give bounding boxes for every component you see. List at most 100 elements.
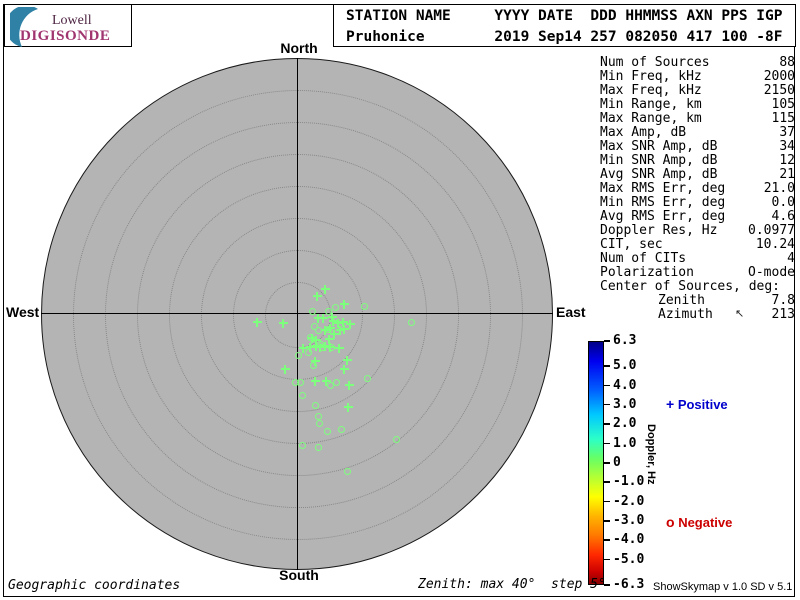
source-marker-negative bbox=[361, 303, 368, 310]
colorbar-tick bbox=[604, 340, 610, 342]
colorbar-tick-label: -2.0 bbox=[613, 494, 644, 510]
colorbar-tick-label: 3.0 bbox=[613, 397, 636, 413]
source-marker-negative bbox=[408, 319, 415, 326]
stats-label: Max Freq, kHz bbox=[600, 84, 702, 98]
stats-row: Min SNR Amp, dB12 bbox=[600, 154, 795, 168]
compass-label-west: West bbox=[6, 304, 39, 320]
stats-value: 34 bbox=[779, 140, 795, 154]
source-marker-negative bbox=[325, 326, 332, 333]
source-marker-negative bbox=[393, 436, 400, 443]
stats-row: Max Freq, kHz2150 bbox=[600, 84, 795, 98]
stats-value: 21 bbox=[779, 168, 795, 182]
source-marker-positive bbox=[344, 403, 353, 412]
source-marker-negative bbox=[325, 308, 332, 315]
source-marker-negative bbox=[309, 308, 316, 315]
source-marker-negative bbox=[344, 468, 351, 475]
legend-positive: + Positive bbox=[666, 396, 728, 412]
source-marker-negative bbox=[319, 344, 326, 351]
lowell-digisonde-logo: Lowell DIGISONDE bbox=[4, 4, 132, 47]
coordinates-mode-label: Geographic coordinates bbox=[8, 578, 180, 593]
colorbar-tick-label: 2.0 bbox=[613, 416, 636, 432]
stats-row: Min Freq, kHz2000 bbox=[600, 70, 795, 84]
colorbar-tick bbox=[604, 385, 610, 387]
colorbar-tick-label: -1.0 bbox=[613, 474, 644, 490]
colorbar-tick bbox=[604, 539, 610, 541]
source-marker-negative bbox=[332, 304, 339, 311]
colorbar-tick bbox=[604, 423, 610, 425]
compass-label-east: East bbox=[556, 304, 586, 320]
stats-label: CIT, sec bbox=[600, 238, 663, 252]
stats-row: PolarizationO-mode bbox=[600, 266, 795, 280]
stats-value: 115 bbox=[772, 112, 795, 126]
source-marker-positive bbox=[279, 319, 288, 328]
source-marker-negative bbox=[316, 420, 323, 427]
doppler-colorbar bbox=[588, 341, 604, 585]
stats-row: CIT, sec10.24 bbox=[600, 238, 795, 252]
logo-text-digisonde: DIGISONDE bbox=[20, 28, 110, 45]
logo-text-lowell: Lowell bbox=[52, 13, 92, 29]
stats-label: Avg RMS Err, deg bbox=[600, 210, 725, 224]
colorbar-tick-label: 4.0 bbox=[613, 378, 636, 394]
stats-label: Center of Sources, deg: bbox=[600, 280, 780, 294]
source-marker-positive bbox=[345, 381, 354, 390]
zenith-range-label: Zenith: max 40° step 5° bbox=[418, 577, 606, 592]
stats-row: Min RMS Err, deg0.0 bbox=[600, 196, 795, 210]
source-marker-positive bbox=[340, 325, 349, 334]
colorbar-tick bbox=[604, 443, 610, 445]
source-marker-negative bbox=[310, 341, 317, 348]
colorbar-title: Doppler, Hz bbox=[645, 424, 657, 485]
stats-row: Zenith7.8 bbox=[600, 294, 795, 308]
source-marker-positive bbox=[253, 318, 262, 327]
source-marker-negative bbox=[295, 352, 302, 359]
stats-label: Azimuth bbox=[658, 308, 713, 322]
colorbar-tick bbox=[604, 365, 610, 367]
stats-row: Min Range, km105 bbox=[600, 98, 795, 112]
colorbar-tick-label: -6.3 bbox=[613, 577, 644, 593]
plus-marker-icon: + bbox=[666, 396, 674, 412]
source-marker-negative bbox=[305, 349, 312, 356]
source-marker-positive bbox=[311, 377, 320, 386]
source-marker-positive bbox=[313, 292, 322, 301]
source-marker-negative bbox=[315, 327, 322, 334]
header-column-titles: STATION NAME YYYY DATE DDD HHMMSS AXN PP… bbox=[346, 7, 795, 26]
source-marker-negative bbox=[328, 344, 335, 351]
source-marker-negative bbox=[338, 426, 345, 433]
colorbar-tick-label: -5.0 bbox=[613, 552, 644, 568]
source-marker-positive bbox=[281, 365, 290, 374]
source-marker-positive bbox=[340, 300, 349, 309]
source-marker-positive bbox=[335, 344, 344, 353]
stats-value: 0.0 bbox=[772, 196, 795, 210]
stats-label: Max Amp, dB bbox=[600, 126, 686, 140]
stats-value: 21.0 bbox=[764, 182, 795, 196]
north-south-axis bbox=[297, 58, 298, 570]
colorbar-tick-label: 1.0 bbox=[613, 436, 636, 452]
stats-row: Azimuth213 bbox=[600, 308, 795, 322]
legend-negative-label: Negative bbox=[678, 515, 732, 530]
stats-value: 12 bbox=[779, 154, 795, 168]
source-marker-positive bbox=[319, 314, 328, 323]
stats-row: Num of Sources88 bbox=[600, 56, 795, 70]
source-marker-negative bbox=[299, 392, 306, 399]
stats-row: Doppler Res, Hz0.0977 bbox=[600, 224, 795, 238]
source-marker-positive bbox=[343, 356, 352, 365]
header-station-values: Pruhonice 2019 Sep14 257 082050 417 100 … bbox=[346, 28, 795, 47]
source-marker-negative bbox=[333, 379, 340, 386]
source-marker-positive bbox=[321, 285, 330, 294]
station-header: STATION NAME YYYY DATE DDD HHMMSS AXN PP… bbox=[333, 4, 796, 47]
stats-row: Avg SNR Amp, dB21 bbox=[600, 168, 795, 182]
colorbar-tick bbox=[604, 481, 610, 483]
stats-label: Max RMS Err, deg bbox=[600, 182, 725, 196]
stats-value: 4.6 bbox=[772, 210, 795, 224]
stats-value: 105 bbox=[772, 98, 795, 112]
stats-value: 88 bbox=[779, 56, 795, 70]
stats-panel: Num of Sources88Min Freq, kHz2000Max Fre… bbox=[600, 56, 795, 322]
source-marker-negative bbox=[364, 375, 371, 382]
source-marker-negative bbox=[297, 379, 304, 386]
stats-label: Polarization bbox=[600, 266, 694, 280]
stats-value: 0.0977 bbox=[748, 224, 795, 238]
zenith-ring bbox=[73, 90, 523, 540]
colorbar-tick bbox=[604, 404, 610, 406]
source-marker-negative bbox=[307, 334, 314, 341]
colorbar-tick bbox=[604, 501, 610, 503]
compass-label-north: North bbox=[270, 40, 328, 56]
